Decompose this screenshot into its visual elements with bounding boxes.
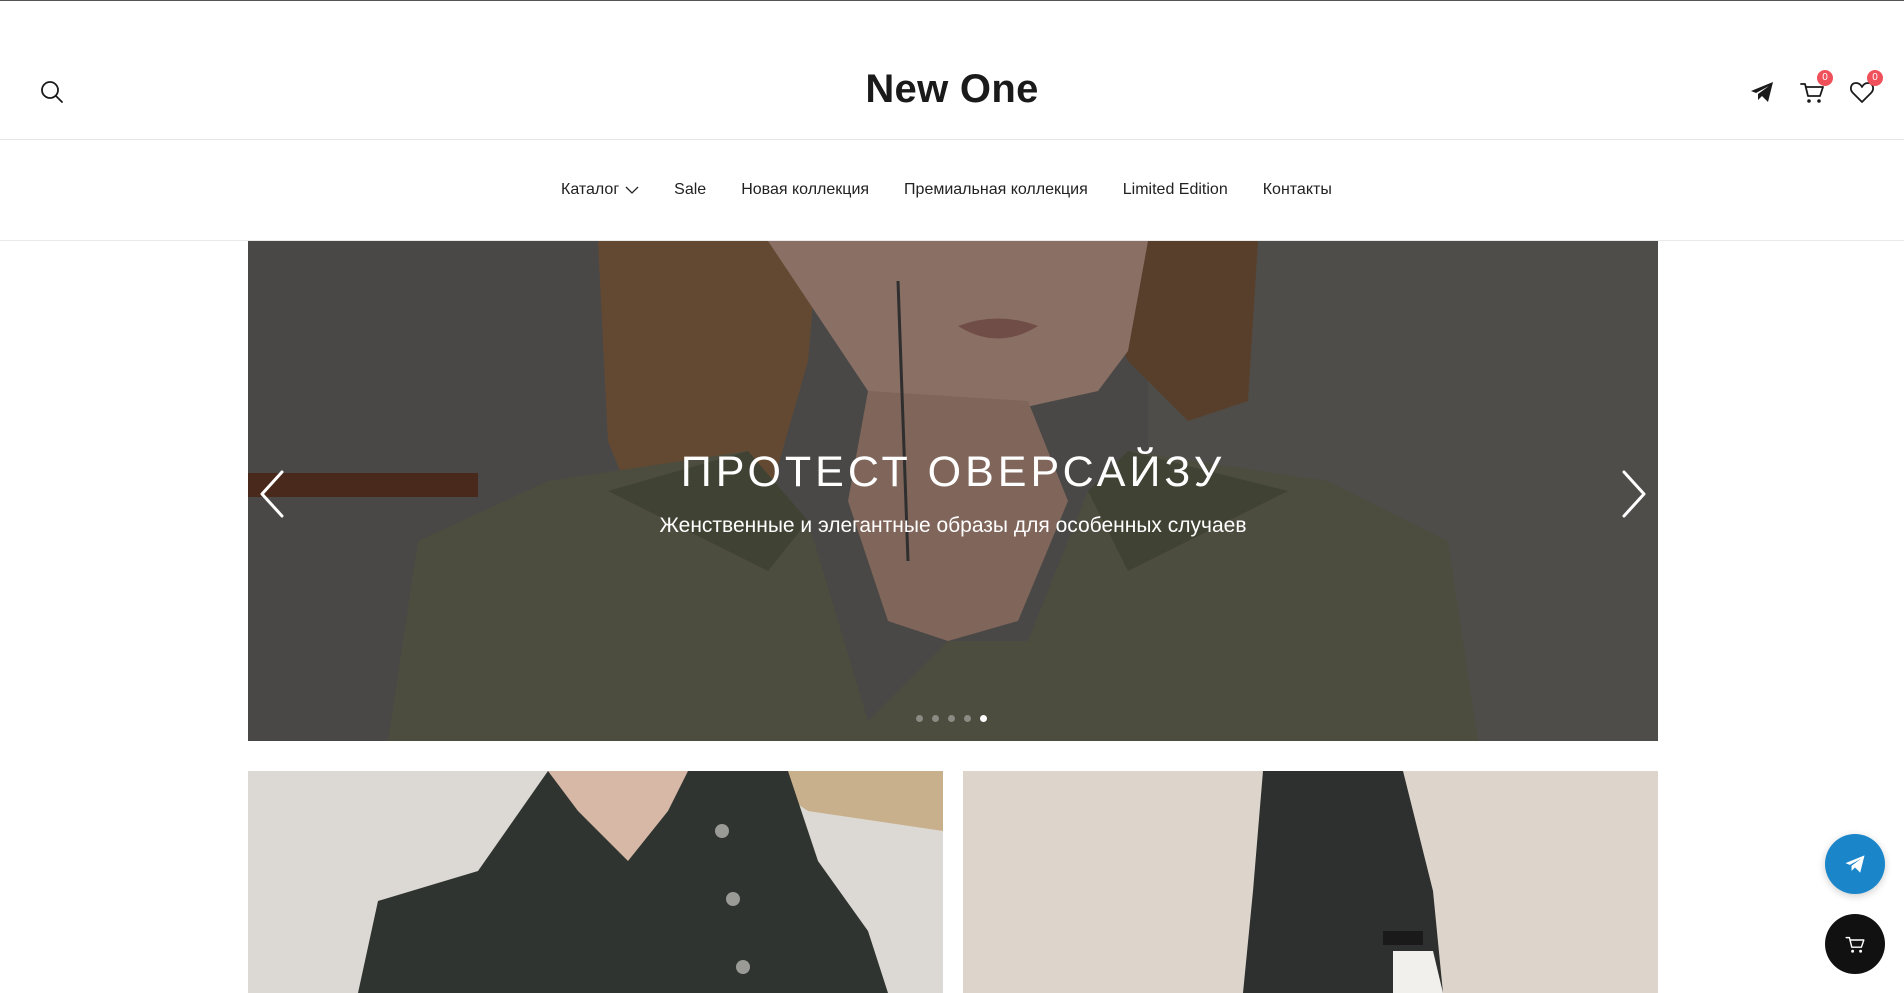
chevron-left-icon <box>260 470 284 518</box>
cart-icon <box>1845 936 1865 953</box>
slider-dot[interactable] <box>916 715 923 722</box>
cart-count-badge: 0 <box>1817 70 1833 86</box>
tile-image <box>248 771 943 993</box>
nav-list: Каталог Sale Новая коллекция Премиальная… <box>561 181 1332 199</box>
tile-image <box>963 771 1658 993</box>
hero-title: ПРОТЕСТ ОВЕРСАЙЗУ <box>680 448 1226 496</box>
slider-dot[interactable] <box>948 715 955 722</box>
floating-cart-button[interactable] <box>1825 914 1885 974</box>
nav-item-label: Limited Edition <box>1122 181 1228 198</box>
nav-item-label: Каталог <box>561 181 620 198</box>
wishlist-button[interactable]: 0 <box>1847 70 1883 107</box>
chevron-right-icon <box>1622 470 1646 518</box>
slider-dot[interactable] <box>964 715 971 722</box>
slider-dot[interactable] <box>932 715 939 722</box>
page: New One 0 0 Каталог Sale Новая коллекция… <box>0 0 1904 993</box>
nav-item-catalog[interactable]: Каталог <box>561 181 639 199</box>
cart-button[interactable]: 0 <box>1797 70 1833 107</box>
chevron-down-icon <box>625 186 639 194</box>
category-tile[interactable] <box>963 771 1658 993</box>
main-navigation: Каталог Sale Новая коллекция Премиальная… <box>0 141 1904 241</box>
nav-item-label: Sale <box>674 181 707 198</box>
slider-prev-button[interactable] <box>254 466 294 522</box>
hero-slider: ПРОТЕСТ ОВЕРСАЙЗУ Женственные и элегантн… <box>248 241 1658 741</box>
site-header: New One 0 0 <box>0 1 1904 140</box>
nav-item-label: Премиальная коллекция <box>904 181 1088 198</box>
nav-item-premium-collection[interactable]: Премиальная коллекция <box>904 181 1088 199</box>
header-actions: 0 0 <box>1704 70 1904 109</box>
slider-next-button[interactable] <box>1612 466 1652 522</box>
nav-item-sale[interactable]: Sale <box>674 181 706 199</box>
nav-item-label: Контакты <box>1262 181 1332 198</box>
nav-item-new-collection[interactable]: Новая коллекция <box>741 181 869 199</box>
nav-item-limited-edition[interactable]: Limited Edition <box>1123 181 1228 199</box>
nav-item-contacts[interactable]: Контакты <box>1263 181 1332 199</box>
site-logo[interactable]: New One <box>0 67 1904 112</box>
slider-dot-active[interactable] <box>980 715 987 722</box>
wishlist-count-badge: 0 <box>1867 70 1883 86</box>
telegram-icon <box>1845 855 1865 873</box>
slider-dots <box>916 715 996 722</box>
telegram-icon <box>1751 82 1773 102</box>
category-tile[interactable] <box>248 771 943 993</box>
nav-item-label: Новая коллекция <box>741 181 870 198</box>
telegram-link[interactable] <box>1747 77 1777 107</box>
hero-subtitle: Женственные и элегантные образы для особ… <box>659 514 1247 537</box>
telegram-chat-button[interactable] <box>1825 834 1885 894</box>
